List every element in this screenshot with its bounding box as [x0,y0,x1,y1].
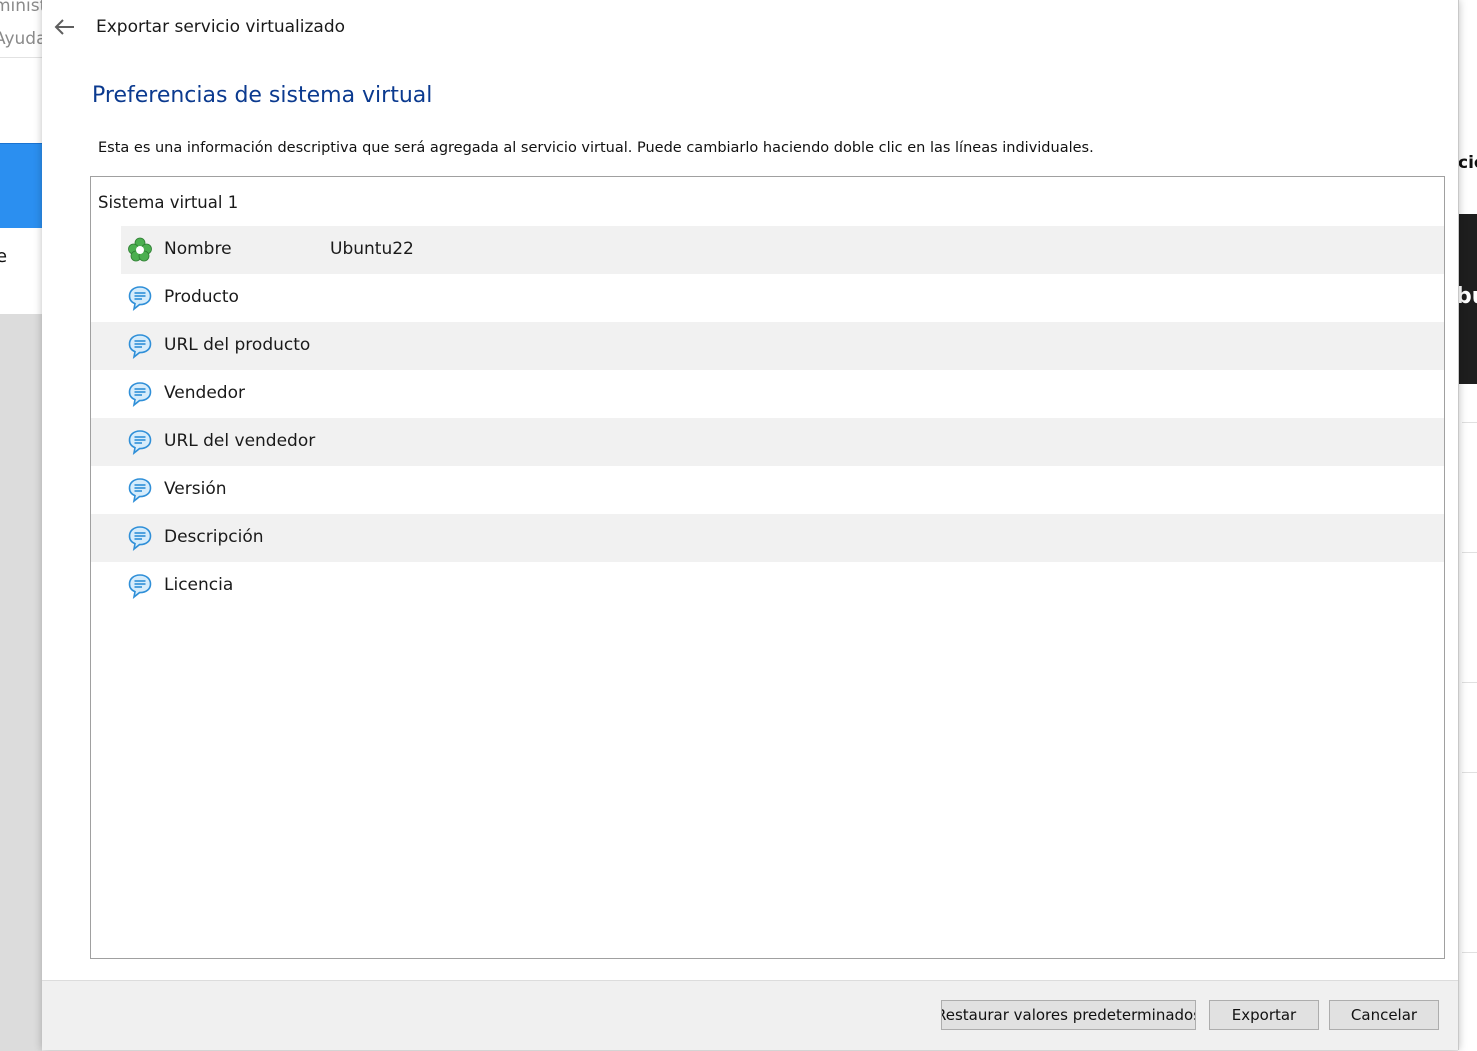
divider [1462,552,1477,553]
divider [1462,422,1477,423]
row-label: URL del vendedor [164,431,316,451]
speech-bubble-icon [128,430,152,455]
page-description: Esta es una información descriptiva que … [98,140,1094,156]
tree-row-name[interactable]: Nombre Ubuntu22 [91,226,1444,274]
settings-tree[interactable]: Sistema virtual 1 Nombre Ubuntu22 Produc… [90,176,1445,959]
background-preview: bu [1458,214,1477,384]
tree-root-label[interactable]: Sistema virtual 1 [98,193,238,212]
background-text: Ayuda [0,29,47,49]
export-button[interactable]: Exportar [1209,1000,1319,1030]
tree-row-product[interactable]: Producto [91,274,1444,322]
tree-row-version[interactable]: Versión [91,466,1444,514]
row-value[interactable]: Ubuntu22 [330,239,414,259]
tree-row-vendor[interactable]: Vendedor [91,370,1444,418]
tree-row-license[interactable]: Licencia [91,562,1444,610]
speech-bubble-icon [128,574,152,599]
row-label: Vendedor [164,383,245,403]
row-label: Nombre [164,239,232,259]
dialog-title: Exportar servicio virtualizado [96,17,346,37]
export-dialog: Exportar servicio virtualizado Preferenc… [42,0,1459,1050]
background-item: e [0,228,42,314]
row-label: Versión [164,479,227,499]
speech-bubble-icon [128,286,152,311]
name-icon [128,237,152,262]
divider [1462,772,1477,773]
divider [0,57,42,58]
background-text: bu [1458,284,1477,309]
restore-defaults-button[interactable]: Restaurar valores predeterminados [941,1000,1196,1030]
tree-row-product-url[interactable]: URL del producto [91,322,1444,370]
speech-bubble-icon [128,334,152,359]
divider [1462,682,1477,683]
speech-bubble-icon [128,478,152,503]
dialog-footer: Restaurar valores predeterminados Export… [42,980,1458,1050]
speech-bubble-icon [128,382,152,407]
page-heading: Preferencias de sistema virtual [92,83,433,108]
tree-row-description[interactable]: Descripción [91,514,1444,562]
back-button[interactable] [50,12,78,42]
tree-row-vendor-url[interactable]: URL del vendedor [91,418,1444,466]
row-label: Producto [164,287,239,307]
dialog-titlebar: Exportar servicio virtualizado [42,0,1458,56]
background-right-panel: cio bu [1458,0,1477,1051]
row-label: Descripción [164,527,264,547]
cancel-button[interactable]: Cancelar [1329,1000,1439,1030]
background-text: cio [1458,153,1477,173]
divider [1462,952,1477,953]
background-text: e [0,246,8,267]
background-left-panel: ministr Ayuda [0,0,53,143]
background-selected-item [0,143,42,229]
row-label: Licencia [164,575,234,595]
speech-bubble-icon [128,526,152,551]
back-arrow-icon [54,19,74,35]
row-indent [91,226,121,274]
background-area [0,314,42,1051]
row-label: URL del producto [164,335,311,355]
